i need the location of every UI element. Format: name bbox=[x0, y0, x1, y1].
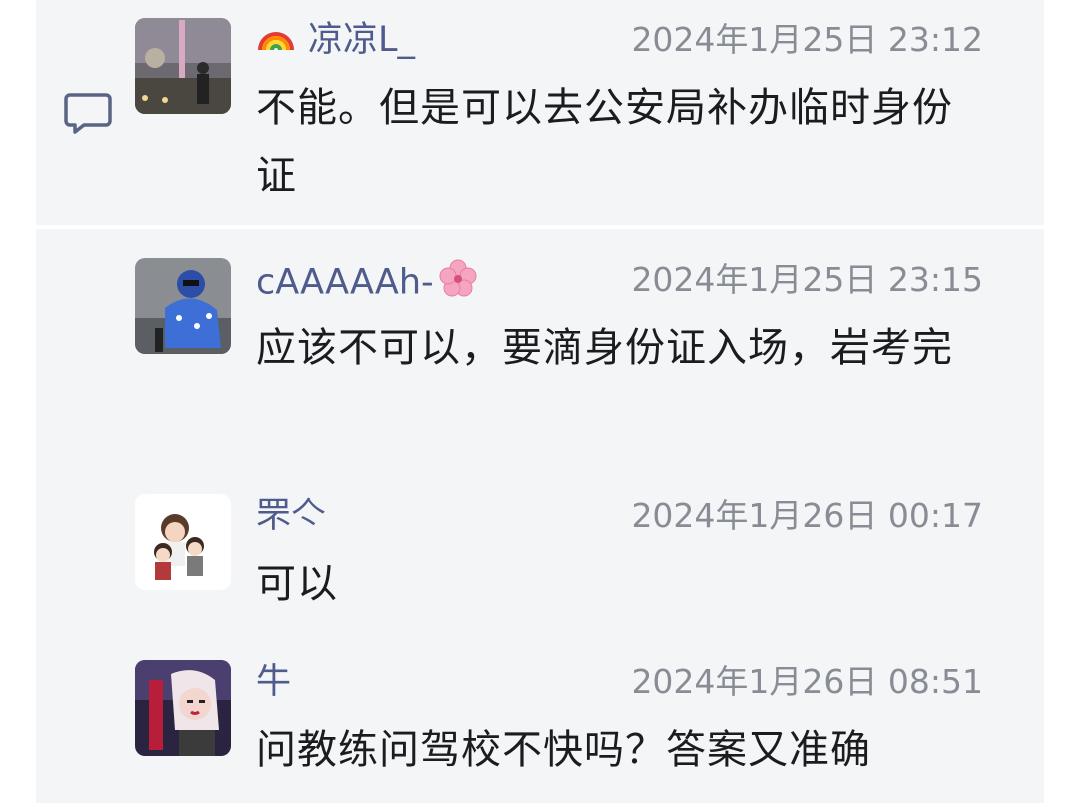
comment-item: 罘亽 2024年1月26日 00:17 可以 bbox=[0, 494, 1080, 624]
comment-username[interactable]: cAAAAAh- bbox=[256, 258, 478, 309]
comment-text: 可以 bbox=[256, 561, 338, 607]
comment-username[interactable]: 凉凉L_ bbox=[256, 18, 415, 63]
username-label: 凉凉L_ bbox=[308, 20, 415, 60]
avatar[interactable] bbox=[135, 660, 231, 756]
comment-username[interactable]: 罘亽 bbox=[256, 494, 326, 538]
comment-text: 问教练问驾校不快吗？答案又准确 bbox=[256, 727, 871, 773]
comment-item: cAAAAAh- 2024年1月25日 23:15 应该不可以，要滴身份证入场，… bbox=[0, 258, 1080, 458]
comment-text: 应该不可以，要滴身份证入场，岩考完 bbox=[256, 325, 953, 371]
cherry-blossom-icon bbox=[438, 258, 478, 309]
avatar[interactable] bbox=[135, 494, 231, 590]
username-label: cAAAAAh- bbox=[256, 262, 434, 303]
comment-item: 牛 2024年1月26日 08:51 问教练问驾校不快吗？答案又准确 bbox=[0, 660, 1080, 800]
avatar[interactable] bbox=[135, 18, 231, 114]
comment-timestamp: 2024年1月26日 08:51 bbox=[631, 662, 983, 701]
thread-divider bbox=[36, 225, 1044, 229]
avatar[interactable] bbox=[135, 258, 231, 354]
comment-timestamp: 2024年1月26日 00:17 bbox=[631, 496, 983, 535]
comment-text: 不能。但是可以去公安局补办临时身份证 bbox=[256, 85, 953, 199]
comment-username[interactable]: 牛 bbox=[256, 660, 291, 704]
rainbow-icon bbox=[256, 19, 296, 63]
comment-item: 凉凉L_ 2024年1月25日 23:12 不能。但是可以去公安局补办临时身份证 bbox=[0, 18, 1080, 218]
comment-timestamp: 2024年1月25日 23:15 bbox=[631, 260, 983, 299]
comment-timestamp: 2024年1月25日 23:12 bbox=[631, 20, 983, 59]
